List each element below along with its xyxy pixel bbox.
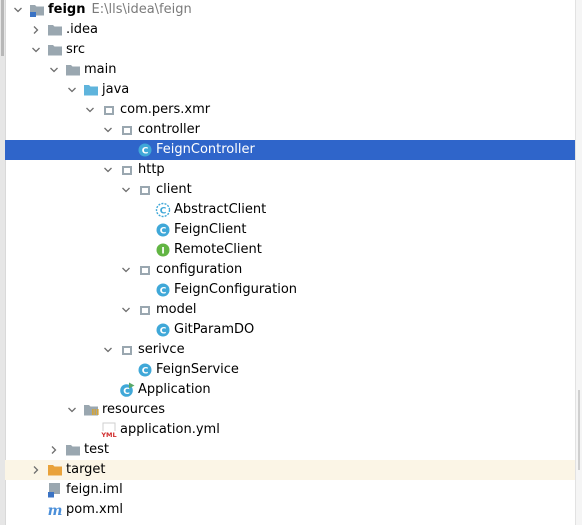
chevron-down-icon[interactable] — [121, 265, 131, 275]
excluded-folder-icon — [47, 462, 63, 478]
src-label: src — [66, 42, 85, 57]
folder-icon — [47, 22, 63, 38]
tree-node-http[interactable]: http — [5, 160, 575, 180]
project-tool-window: feign E:\lls\idea\feign .idea src main ja… — [0, 0, 582, 525]
vertical-scrollbar[interactable] — [575, 0, 582, 525]
yml-file-icon — [101, 422, 117, 438]
feign-controller-label: FeignController — [156, 142, 255, 157]
class-icon — [137, 142, 153, 158]
source-folder-icon — [83, 82, 99, 98]
tree-node-com-pers-xmr[interactable]: com.pers.xmr — [5, 100, 575, 120]
com-pers-xmr-label: com.pers.xmr — [120, 102, 211, 117]
feign-iml-label: feign.iml — [66, 482, 123, 497]
target-label: target — [66, 462, 106, 477]
tree-node-serivce[interactable]: serivce — [5, 340, 575, 360]
chevron-down-icon[interactable] — [31, 45, 41, 55]
package-icon — [101, 102, 117, 118]
chevron-down-icon[interactable] — [103, 125, 113, 135]
tree-node-resources[interactable]: resources — [5, 400, 575, 420]
tree-node-remote-client[interactable]: RemoteClient — [5, 240, 575, 260]
java-label: java — [102, 82, 130, 97]
feign-service-label: FeignService — [156, 362, 239, 377]
tree-node-pom-xml[interactable]: pom.xml — [5, 500, 575, 520]
folder-icon — [65, 62, 81, 78]
tree-node-abstract-client[interactable]: AbstractClient — [5, 200, 575, 220]
application-yml-label: application.yml — [120, 422, 220, 437]
root-label: feign — [48, 2, 86, 17]
chevron-right-icon[interactable] — [31, 25, 41, 35]
feign-client-label: FeignClient — [174, 222, 247, 237]
tree-node-test[interactable]: test — [5, 440, 575, 460]
chevron-down-icon[interactable] — [103, 345, 113, 355]
folder-icon — [47, 42, 63, 58]
tree-node-idea[interactable]: .idea — [5, 20, 575, 40]
class-icon — [155, 282, 171, 298]
tree-node-application-yml[interactable]: application.yml — [5, 420, 575, 440]
chevron-right-icon[interactable] — [31, 465, 41, 475]
application-label: Application — [138, 382, 211, 397]
tree-node-target[interactable]: target — [5, 460, 575, 480]
left-scrollbar-thumb[interactable] — [1, 0, 4, 56]
root-path: E:\lls\idea\feign — [91, 2, 192, 17]
tree-node-git-param-do[interactable]: GitParamDO — [5, 320, 575, 340]
chevron-down-icon[interactable] — [121, 185, 131, 195]
folder-icon — [65, 442, 81, 458]
git-param-do-label: GitParamDO — [174, 322, 255, 337]
configuration-label: configuration — [156, 262, 243, 277]
package-icon — [119, 342, 135, 358]
package-icon — [137, 302, 153, 318]
chevron-down-icon[interactable] — [85, 105, 95, 115]
feign-configuration-label: FeignConfiguration — [174, 282, 298, 297]
tree-node-feign-configuration[interactable]: FeignConfiguration — [5, 280, 575, 300]
class-icon — [137, 362, 153, 378]
tree-node-java[interactable]: java — [5, 80, 575, 100]
package-icon — [119, 122, 135, 138]
vertical-scrollbar-thumb[interactable] — [578, 390, 580, 470]
abstract-client-label: AbstractClient — [174, 202, 267, 217]
pom-xml-label: pom.xml — [66, 502, 123, 517]
interface-icon — [155, 242, 171, 258]
iml-file-icon — [47, 482, 63, 498]
tree-node-controller[interactable]: controller — [5, 120, 575, 140]
tree-node-feign-root[interactable]: feign E:\lls\idea\feign — [5, 0, 575, 20]
tree-node-configuration[interactable]: configuration — [5, 260, 575, 280]
main-label: main — [84, 62, 117, 77]
tree-node-client[interactable]: client — [5, 180, 575, 200]
test-label: test — [84, 442, 109, 457]
package-icon — [137, 262, 153, 278]
tree-node-model[interactable]: model — [5, 300, 575, 320]
chevron-down-icon[interactable] — [121, 305, 131, 315]
idea-label: .idea — [66, 22, 98, 37]
class-icon — [155, 222, 171, 238]
chevron-down-icon[interactable] — [103, 165, 113, 175]
tree-node-feign-iml[interactable]: feign.iml — [5, 480, 575, 500]
tree-node-application[interactable]: Application — [5, 380, 575, 400]
http-label: http — [138, 162, 165, 177]
chevron-down-icon[interactable] — [49, 65, 59, 75]
chevron-down-icon[interactable] — [67, 85, 77, 95]
project-tree: feign E:\lls\idea\feign .idea src main ja… — [5, 0, 575, 520]
package-icon — [119, 162, 135, 178]
client-label: client — [156, 182, 192, 197]
maven-icon — [47, 502, 63, 518]
tree-node-feign-client[interactable]: FeignClient — [5, 220, 575, 240]
resources-label: resources — [102, 402, 166, 417]
runnable-class-icon — [119, 382, 135, 398]
tree-node-feign-service[interactable]: FeignService — [5, 360, 575, 380]
chevron-down-icon[interactable] — [13, 5, 23, 15]
tree-node-src[interactable]: src — [5, 40, 575, 60]
resources-folder-icon — [83, 402, 99, 418]
chevron-down-icon[interactable] — [67, 405, 77, 415]
class-icon — [155, 322, 171, 338]
serivce-label: serivce — [138, 342, 185, 357]
abstract-class-icon — [155, 202, 171, 218]
model-label: model — [156, 302, 197, 317]
tree-node-feign-controller[interactable]: FeignController — [5, 140, 575, 160]
controller-label: controller — [138, 122, 201, 137]
module-folder-icon — [29, 2, 45, 18]
remote-client-label: RemoteClient — [174, 242, 262, 257]
package-icon — [137, 182, 153, 198]
tree-node-main[interactable]: main — [5, 60, 575, 80]
chevron-right-icon[interactable] — [49, 445, 59, 455]
